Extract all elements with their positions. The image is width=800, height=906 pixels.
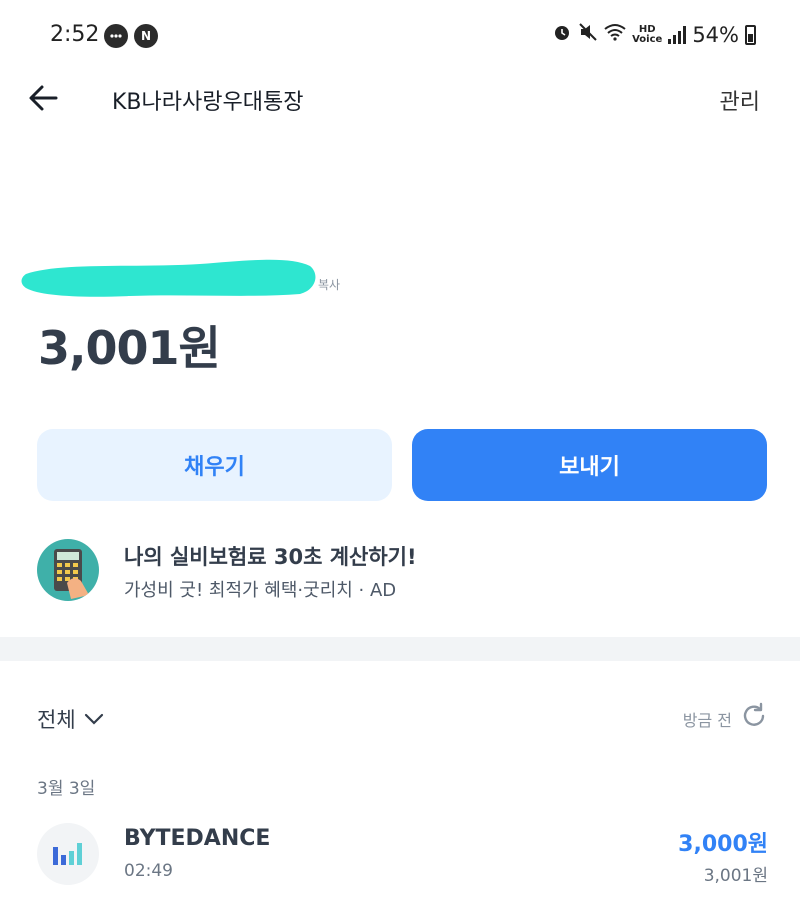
status-bar: 2:52 N HD Voice 54%: [0, 0, 800, 72]
fill-button[interactable]: 채우기: [37, 429, 392, 501]
manage-button[interactable]: 관리: [720, 84, 760, 116]
date-header: 3월 3일: [37, 779, 96, 799]
account-title: KB나라사랑우대통장: [112, 90, 304, 115]
transaction-name: BYTEDANCE: [124, 826, 271, 851]
alarm-icon: [552, 22, 572, 47]
calculator-icon[interactable]: [37, 539, 99, 601]
message-icon: [104, 24, 128, 48]
status-indicators: HD Voice 54%: [552, 22, 756, 47]
naver-icon: N: [134, 24, 158, 48]
copy-account-button[interactable]: 복사: [318, 276, 340, 293]
filter-label: 전체: [37, 708, 76, 732]
back-button[interactable]: [26, 80, 62, 116]
ad-title[interactable]: 나의 실비보험료 30초 계산하기!: [124, 541, 417, 571]
transaction-balance-after: 3,001원: [703, 866, 768, 886]
notification-icons: N: [104, 24, 158, 48]
transaction-amount: 3,000원: [678, 832, 768, 857]
wifi-icon: [604, 23, 626, 46]
ad-subtitle: 가성비 굿! 최적가 혜택·굿리치 · AD: [124, 580, 397, 601]
merchant-logo-icon: [37, 823, 99, 885]
voice-label: Voice: [632, 33, 663, 45]
signal-icon: [668, 25, 687, 44]
chevron-down-icon: [84, 713, 103, 725]
hd-voice-icon: HD Voice: [632, 24, 663, 45]
battery-percent: 54%: [692, 22, 739, 47]
back-arrow-icon: [29, 85, 58, 111]
account-balance: 3,001원: [38, 321, 221, 375]
section-divider: [0, 637, 800, 661]
redaction-mark: [21, 259, 316, 297]
refresh-icon[interactable]: [740, 702, 768, 730]
transaction-time: 02:49: [124, 861, 173, 881]
send-button[interactable]: 보내기: [412, 429, 767, 501]
battery-icon: [745, 24, 756, 45]
mute-icon: [578, 22, 598, 47]
last-updated-label: 방금 전: [682, 711, 732, 730]
status-time: 2:52: [50, 22, 100, 47]
filter-dropdown[interactable]: 전체: [37, 704, 104, 734]
